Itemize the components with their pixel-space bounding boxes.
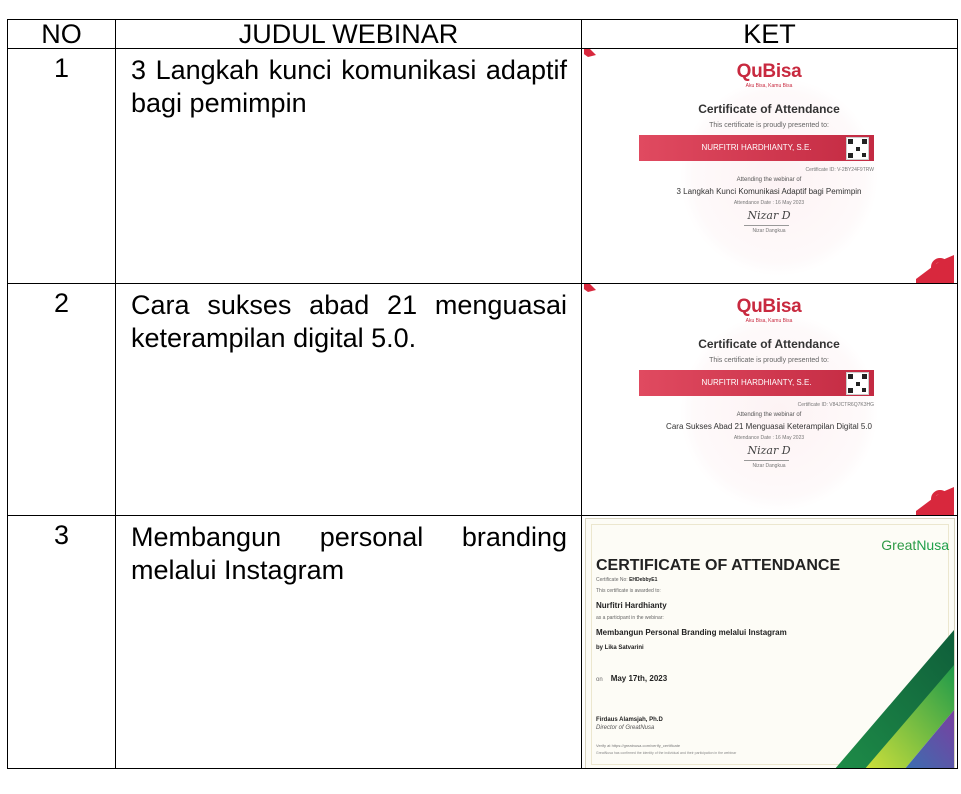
verify-text: Verify at https://greatnusa.com/verify_c… <box>596 743 681 748</box>
speaker-name: by Lika Satvarini <box>596 645 644 651</box>
qr-code-icon <box>846 372 869 395</box>
webinar-name: Cara Sukses Abad 21 Menguasai Keterampil… <box>666 422 872 431</box>
row-number: 2 <box>7 283 116 516</box>
certificate-id: Certificate ID: V84JCTR6Q7K3HG <box>797 402 874 408</box>
qr-code-icon <box>846 137 869 160</box>
recipient-name-bar: NURFITRI HARDHIANTY, S.E. <box>639 370 874 396</box>
row-number: 3 <box>7 515 116 769</box>
awarded-text: This certificate is awarded to: <box>596 588 661 594</box>
certificate-number: Certificate No: EHDebbyE1 <box>596 577 657 583</box>
header-ket: KET <box>581 19 958 49</box>
signature-line <box>744 225 789 226</box>
recipient-name: Nurfitri Hardhianty <box>596 601 667 610</box>
signer-name: Nizar Dangkua <box>752 463 786 469</box>
cert-no-label: Certificate No: <box>596 577 628 583</box>
table-row: 2 Cara sukses abad 21 menguasai keteramp… <box>7 283 958 516</box>
qubisa-certificate: QuBisa Aku Bisa, Kamu Bisa Certificate o… <box>584 49 954 283</box>
attendance-date: Attendance Date : 16 May 2023 <box>733 200 805 206</box>
certificate-heading: Certificate of Attendance <box>698 337 840 351</box>
corner-ribbon-icon <box>916 487 954 515</box>
recipient-name: NURFITRI HARDHIANTY, S.E. <box>701 378 812 387</box>
signature-line <box>744 460 789 461</box>
row-number: 1 <box>7 48 116 284</box>
presented-text: This certificate is proudly presented to… <box>709 122 829 129</box>
cert-no-value: EHDebbyE1 <box>629 577 658 583</box>
logo-part-great: Great <box>881 537 917 553</box>
logo-part-nusa: Nusa <box>916 537 949 553</box>
confirm-text: GreatNusa has confirmed the identity of … <box>596 751 737 755</box>
date-value: May 17th, 2023 <box>610 674 668 683</box>
table-row: 3 Membangun personal branding melalui In… <box>7 515 958 769</box>
recipient-name-bar: NURFITRI HARDHIANTY, S.E. <box>639 135 874 161</box>
signer-role: Director of GreatNusa <box>596 725 655 731</box>
qubisa-logo: QuBisa <box>736 296 802 317</box>
webinar-title: Membangun personal branding melalui Inst… <box>115 515 582 769</box>
qubisa-logo: QuBisa <box>736 61 802 82</box>
certificate-cell: QuBisa Aku Bisa, Kamu Bisa Certificate o… <box>581 283 958 516</box>
qubisa-tagline: Aku Bisa, Kamu Bisa <box>745 318 793 324</box>
webinar-title: 3 Langkah kunci komunikasi adaptif bagi … <box>115 48 582 284</box>
signer-name: Nizar Dangkua <box>752 228 786 234</box>
recipient-name: NURFITRI HARDHIANTY, S.E. <box>701 143 812 152</box>
participant-text: as a participant in the webinar: <box>596 615 664 621</box>
corner-ribbon-icon <box>916 255 954 283</box>
attendance-date: Attendance Date : 16 May 2023 <box>733 435 805 441</box>
signer-name: Firdaus Alamsjah, Ph.D <box>596 717 663 723</box>
webinar-name: 3 Langkah Kunci Komunikasi Adaptif bagi … <box>676 187 862 196</box>
webinar-name: Membangun Personal Branding melalui Inst… <box>596 628 787 637</box>
attending-text: Attending the webinar of <box>736 177 802 183</box>
webinar-date: on May 17th, 2023 <box>596 674 667 683</box>
on-label: on <box>596 677 603 683</box>
qubisa-tagline: Aku Bisa, Kamu Bisa <box>745 83 793 89</box>
webinar-table: NO JUDUL WEBINAR KET 1 3 Langkah kunci k… <box>7 19 958 769</box>
attending-text: Attending the webinar of <box>736 412 802 418</box>
certificate-cell: GreatNusa CERTIFICATE OF ATTENDANCE Cert… <box>581 515 958 769</box>
certificate-heading: CERTIFICATE OF ATTENDANCE <box>596 557 841 574</box>
certificate-id: Certificate ID: V-2BY24F9TRW <box>805 167 874 173</box>
header-title: JUDUL WEBINAR <box>115 19 582 49</box>
table-header-row: NO JUDUL WEBINAR KET <box>7 19 958 49</box>
header-no: NO <box>7 19 116 49</box>
certificate-heading: Certificate of Attendance <box>698 102 840 116</box>
greatnusa-certificate: GreatNusa CERTIFICATE OF ATTENDANCE Cert… <box>585 518 955 768</box>
certificate-cell: QuBisa Aku Bisa, Kamu Bisa Certificate o… <box>581 48 958 284</box>
greatnusa-logo: GreatNusa <box>881 537 949 553</box>
decorative-stripes-icon <box>836 630 954 768</box>
presented-text: This certificate is proudly presented to… <box>709 357 829 364</box>
signature: Nizar D <box>747 444 791 457</box>
qubisa-certificate: QuBisa Aku Bisa, Kamu Bisa Certificate o… <box>584 284 954 515</box>
webinar-title: Cara sukses abad 21 menguasai keterampil… <box>115 283 582 516</box>
table-row: 1 3 Langkah kunci komunikasi adaptif bag… <box>7 48 958 284</box>
signature: Nizar D <box>747 209 791 222</box>
